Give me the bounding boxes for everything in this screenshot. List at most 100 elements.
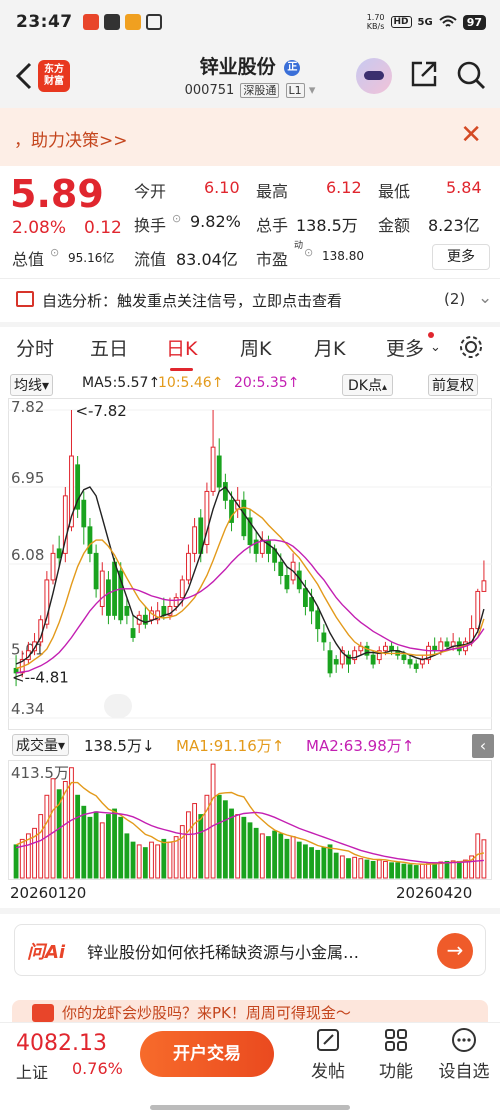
chevron-down-icon[interactable]: ⌄ <box>478 288 492 308</box>
turnover-label: 换手 <box>134 216 167 235</box>
index-name[interactable]: 上证 <box>16 1059 48 1083</box>
volume-selector[interactable]: 成交量▾ <box>12 734 70 756</box>
volume-bar <box>352 856 358 879</box>
volume-bar <box>407 864 413 879</box>
gear-icon[interactable] <box>458 334 484 360</box>
ma20-label: 20:5.35↑ <box>234 375 300 391</box>
assistant-avatar-icon[interactable] <box>356 58 392 94</box>
volume-bar <box>155 844 161 879</box>
candle <box>278 561 284 577</box>
volume-ma1-label: MA1:91.16万↑ <box>176 737 285 755</box>
volume-bar <box>481 839 487 879</box>
candle <box>179 579 185 599</box>
arrow-right-icon[interactable]: → <box>437 933 473 969</box>
index-percent[interactable]: 0.76% <box>72 1059 123 1078</box>
search-icon[interactable] <box>456 60 486 90</box>
candle <box>56 548 62 559</box>
chart-tabs: 分时 五日 日K 周K 月K 更多 ⌄ <box>0 326 500 371</box>
index-value[interactable]: 4082.13 <box>16 1031 107 1056</box>
volume-bar <box>99 822 105 879</box>
chevron-down-icon[interactable]: ⌄ <box>430 340 441 355</box>
volume-bar <box>463 859 468 879</box>
volume-value: 138.5万 <box>296 216 358 235</box>
volume-bar <box>81 805 87 879</box>
candle <box>87 526 93 554</box>
adjust-mode-button[interactable]: 前复权 <box>428 374 478 396</box>
stock-code: 000751 <box>184 83 235 98</box>
volume-bar <box>210 763 216 879</box>
volume-bar <box>142 847 148 879</box>
share-icon[interactable] <box>410 60 438 88</box>
dropdown-triangle-icon: ▾ <box>308 83 316 98</box>
quote-panel: 5.89 2.08% 0.12 今开 6.10 最高 6.12 最低 5.84 … <box>0 166 500 276</box>
end-date: 20260420 <box>396 884 473 902</box>
y-tick-label: 6.08 <box>11 546 44 564</box>
volume-bar <box>302 844 308 879</box>
post-label: 发帖 <box>311 1062 345 1082</box>
tab-daily-k[interactable]: 日K <box>166 334 197 371</box>
volume-chart[interactable]: 413.5万 <box>8 760 492 880</box>
volume-bar <box>13 844 19 879</box>
info-icon[interactable]: ⊙ <box>50 246 59 259</box>
volume-bar <box>426 863 431 879</box>
volume-current: 138.5万↓ <box>84 737 155 755</box>
stock-name: 锌业股份 <box>199 56 276 78</box>
home-indicator <box>150 1105 350 1110</box>
volume-bar <box>167 841 173 879</box>
candlestick-chart[interactable]: 7.826.956.085.014.34<-7.82<--4.81 <box>8 398 492 730</box>
info-icon[interactable]: ⊙ <box>304 246 313 259</box>
grid-icon <box>385 1029 407 1051</box>
dk-point-selector[interactable]: DK点▴ <box>342 374 393 396</box>
functions-button[interactable]: 功能 <box>366 1027 426 1082</box>
tab-more[interactable]: 更多 <box>386 334 424 361</box>
candle <box>210 446 216 492</box>
volume-bar <box>346 858 351 879</box>
volume-bar <box>192 803 198 879</box>
watchlist-analysis-row[interactable]: 自选分析：触发重点关注信号，立即点击查看 (2) ⌄ <box>0 280 500 320</box>
volume-bar <box>413 865 419 879</box>
volume-bar <box>272 830 278 879</box>
tab-intraday[interactable]: 分时 <box>16 334 54 361</box>
volume-bar <box>112 808 117 879</box>
ma-selector[interactable]: 均线▾ <box>10 374 54 396</box>
close-icon[interactable]: ✕ <box>460 120 482 150</box>
network-speed-value: 1.70 <box>366 13 385 22</box>
low-value: 5.84 <box>446 178 482 197</box>
post-button[interactable]: 发帖 <box>298 1027 358 1082</box>
analysis-chart-icon <box>16 291 34 307</box>
tab-monthly-k[interactable]: 月K <box>314 334 345 361</box>
volume-bar <box>290 836 296 879</box>
candle <box>438 641 444 652</box>
collapse-arrow-icon[interactable]: ‹ <box>472 734 494 758</box>
tab-weekly-k[interactable]: 周K <box>240 334 271 361</box>
promo-strip[interactable]: 你的龙虾会炒股吗？来PK！周周可得现金～ <box>12 1000 488 1022</box>
volume-bar <box>309 847 314 879</box>
notification-icons <box>82 14 162 30</box>
volume-bar <box>315 849 321 879</box>
volume-bar <box>50 778 56 879</box>
open-account-button[interactable]: 开户交易 <box>140 1031 274 1077</box>
mktcap-label: 总值 <box>12 250 45 269</box>
y-tick-label: 6.95 <box>11 469 44 487</box>
volume-bar <box>235 814 241 879</box>
more-button[interactable]: 更多 <box>432 244 490 270</box>
candle <box>186 552 191 581</box>
candle <box>315 610 321 630</box>
mktcap-value: 95.16亿 <box>68 251 115 265</box>
add-watchlist-button[interactable]: 设自选 <box>434 1027 494 1082</box>
candle <box>93 552 99 590</box>
ai-question-box[interactable]: 问Ai 锌业股份如何依托稀缺资源与小金属… → <box>14 924 486 976</box>
volume-bar <box>247 822 253 879</box>
tab-five-day[interactable]: 五日 <box>90 334 128 361</box>
market-tag: 深股通 <box>240 83 280 98</box>
candle <box>50 552 56 581</box>
analysis-count: (2) <box>444 290 466 308</box>
y-tick-label: 4.34 <box>11 700 44 718</box>
pe-label: 市盈 <box>256 250 289 269</box>
ai-logo: 问Ai <box>27 942 66 963</box>
amount-label: 金额 <box>378 216 411 235</box>
info-icon[interactable]: ⊙ <box>172 212 181 225</box>
promo-banner[interactable]: ，助力决策>> ✕ <box>0 108 500 166</box>
ai-question-text: 锌业股份如何依托稀缺资源与小金属… <box>87 943 360 962</box>
candle <box>161 605 167 616</box>
